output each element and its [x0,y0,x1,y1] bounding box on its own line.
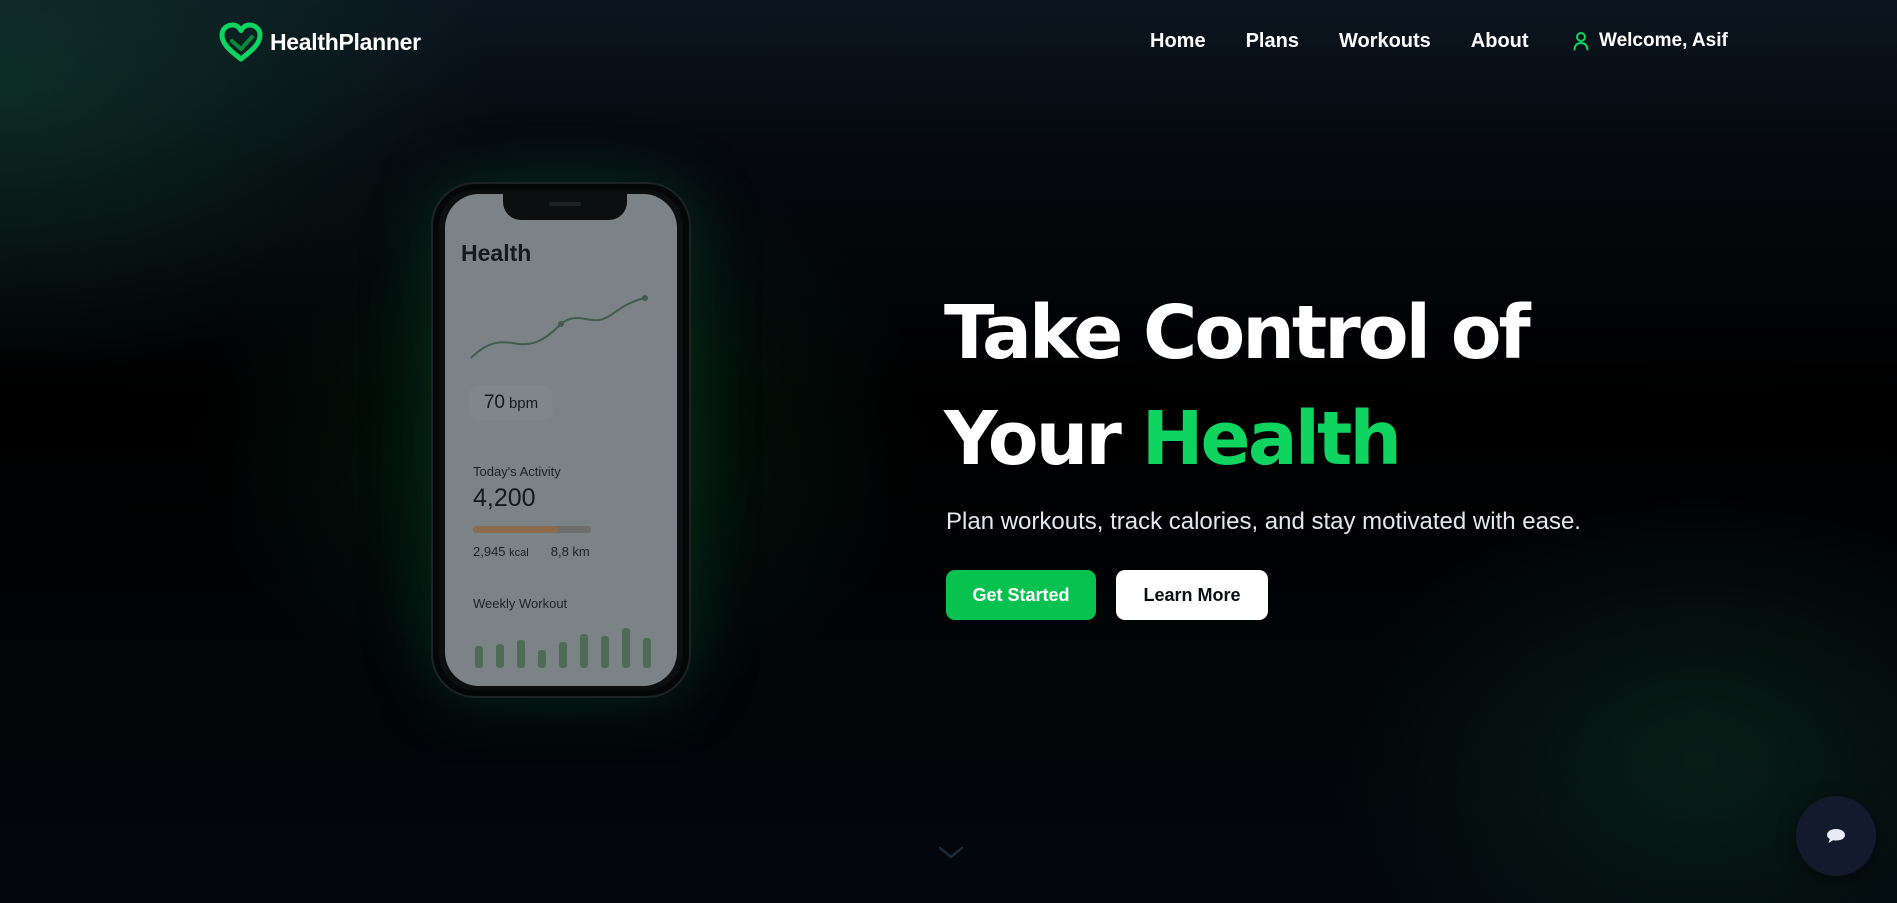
distance-stat: 8,8 km [550,544,590,559]
heart-rate-chart [470,295,648,359]
nav-about[interactable]: About [1471,30,1529,53]
chevron-down-icon[interactable] [938,846,964,860]
welcome-label: Welcome, Asif [1599,30,1728,51]
activity-progress-bar [473,526,591,533]
brand-name: HealthPlanner [270,28,421,55]
nav-links: Home Plans Workouts About [1150,30,1529,53]
landing-page: HealthPlanner Home Plans Workouts About … [0,0,1897,903]
activity-label: Today's Activity [473,464,561,479]
user-icon [1573,32,1589,51]
phone-notch [503,194,627,220]
chat-bubble-icon [1827,829,1845,843]
weekly-bar [559,642,567,668]
activity-stats: 2,945 kcal 8,8 km [473,544,590,559]
hero-title: Take Control of Your Health [944,280,1531,492]
nav-workouts[interactable]: Workouts [1339,30,1431,53]
user-menu[interactable]: Welcome, Asif [1573,30,1728,52]
weekly-bar [538,650,546,668]
get-started-button[interactable]: Get Started [946,570,1096,620]
heart-logo-icon [219,22,263,62]
weekly-bar [517,640,525,668]
weekly-bar [601,636,609,668]
weekly-workout-bars [475,628,651,668]
weekly-bar [496,644,504,668]
phone-title: Health [461,240,532,266]
heart-rate-readout: 70 bpm [469,386,553,420]
nav-plans[interactable]: Plans [1246,30,1299,53]
heart-rate-value: 70 [483,392,505,413]
phone-screen: Health 70 bpm Today's Activity 4,200 2,9… [445,194,677,686]
calories-stat: 2,945 kcal [473,544,529,559]
weekly-bar [622,628,630,668]
top-nav: HealthPlanner Home Plans Workouts About … [0,0,1897,88]
brand-logo-link[interactable]: HealthPlanner [218,20,421,64]
hero-title-line1: Take Control of [944,290,1531,376]
activity-progress-fill [473,526,558,533]
learn-more-button[interactable]: Learn More [1116,570,1268,620]
weekly-workout-label: Weekly Workout [473,596,568,611]
activity-value: 4,200 [473,484,536,512]
nav-home[interactable]: Home [1150,30,1206,53]
hero-subtitle: Plan workouts, track calories, and stay … [946,508,1581,535]
chat-button[interactable] [1796,796,1876,876]
heart-rate-unit: bpm [508,394,539,412]
hero-title-line2-prefix: Your [944,396,1122,482]
weekly-bar [580,634,588,668]
weekly-bar [475,646,483,668]
calories-unit: kcal [509,547,529,559]
calories-value: 2,945 [473,544,506,559]
phone-mockup: Health 70 bpm Today's Activity 4,200 2,9… [431,182,691,698]
hero-title-accent: Health [1141,396,1402,482]
weekly-bar [643,638,651,668]
